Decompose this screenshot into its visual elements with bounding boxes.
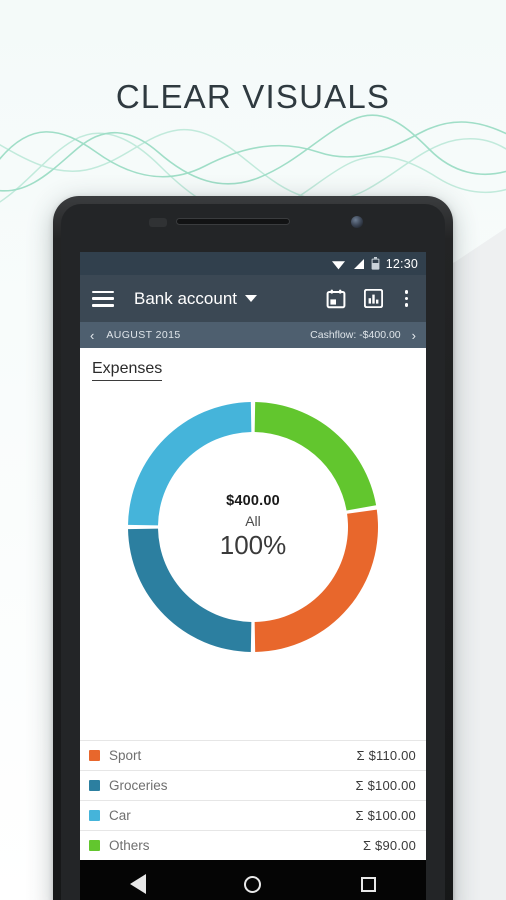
battery-icon xyxy=(371,257,380,270)
legend-amount: Σ $100.00 xyxy=(355,808,416,823)
toolbar-actions xyxy=(326,289,417,309)
donut-slice-others[interactable] xyxy=(254,402,377,511)
next-period-button[interactable]: › xyxy=(409,329,419,342)
back-button[interactable] xyxy=(110,864,166,900)
period-label: AUGUST 2015 xyxy=(106,329,181,341)
content-area: Expenses $400.00 All 100% Sport Σ $110.00… xyxy=(80,348,426,860)
legend-color-swatch xyxy=(89,840,100,851)
wifi-icon xyxy=(331,260,345,269)
account-selector[interactable]: Bank account xyxy=(134,288,258,309)
legend-row[interactable]: Car Σ $100.00 xyxy=(80,800,426,830)
recents-button[interactable] xyxy=(340,864,396,900)
phone-screen: 12:30 Bank account ‹ AUGUST 2015 Cashflo… xyxy=(80,252,426,860)
donut-slice-sport[interactable] xyxy=(254,509,378,652)
bar-chart-icon[interactable] xyxy=(363,289,383,308)
legend-row[interactable]: Groceries Σ $100.00 xyxy=(80,770,426,800)
legend-category-name: Car xyxy=(109,808,131,823)
legend-amount: Σ $110.00 xyxy=(356,748,416,763)
proximity-sensor-icon xyxy=(149,218,167,227)
circle-icon xyxy=(244,875,262,893)
legend-row[interactable]: Sport Σ $110.00 xyxy=(80,740,426,770)
app-toolbar: Bank account xyxy=(80,275,426,322)
period-bar: ‹ AUGUST 2015 Cashflow: -$400.00 › xyxy=(80,322,426,348)
triangle-left-icon xyxy=(129,874,146,894)
legend-color-swatch xyxy=(89,810,100,821)
chevron-down-icon[interactable] xyxy=(245,295,258,302)
section-title-expenses[interactable]: Expenses xyxy=(92,360,163,381)
donut-slice-car[interactable] xyxy=(128,402,252,526)
legend-color-swatch xyxy=(89,750,100,761)
legend-row[interactable]: Others Σ $90.00 xyxy=(80,830,426,860)
calendar-icon[interactable] xyxy=(326,289,346,309)
legend-category-name: Groceries xyxy=(109,778,168,793)
overflow-menu-icon[interactable] xyxy=(401,290,413,307)
account-name-label: Bank account xyxy=(134,288,238,308)
legend-amount: Σ $90.00 xyxy=(362,838,416,853)
square-icon xyxy=(360,876,376,892)
donut-svg xyxy=(128,402,378,652)
donut-slice-groceries[interactable] xyxy=(128,528,252,652)
expenses-donut-chart[interactable]: $400.00 All 100% xyxy=(80,382,426,672)
home-button[interactable] xyxy=(225,864,281,900)
legend-category-name: Others xyxy=(109,838,150,853)
cellular-signal-icon xyxy=(353,258,364,269)
legend-amount: Σ $100.00 xyxy=(355,778,416,793)
legend-color-swatch xyxy=(89,780,100,791)
phone-bezel: 12:30 Bank account ‹ AUGUST 2015 Cashflo… xyxy=(61,204,445,900)
status-bar: 12:30 xyxy=(80,252,426,275)
phone-mockup: 12:30 Bank account ‹ AUGUST 2015 Cashflo… xyxy=(53,196,453,900)
previous-period-button[interactable]: ‹ xyxy=(87,329,97,342)
category-legend: Sport Σ $110.00 Groceries Σ $100.00 Car Σ $10… xyxy=(80,740,426,860)
status-bar-time: 12:30 xyxy=(385,256,418,271)
earpiece-speaker-icon xyxy=(176,218,290,225)
page-headline: CLEAR VISUALS xyxy=(115,78,391,115)
front-camera-icon xyxy=(351,216,363,228)
hamburger-menu-icon[interactable] xyxy=(92,290,114,307)
legend-category-name: Sport xyxy=(109,748,142,763)
cashflow-label: Cashflow: -$400.00 xyxy=(310,329,401,341)
android-navigation-bar xyxy=(80,860,426,900)
